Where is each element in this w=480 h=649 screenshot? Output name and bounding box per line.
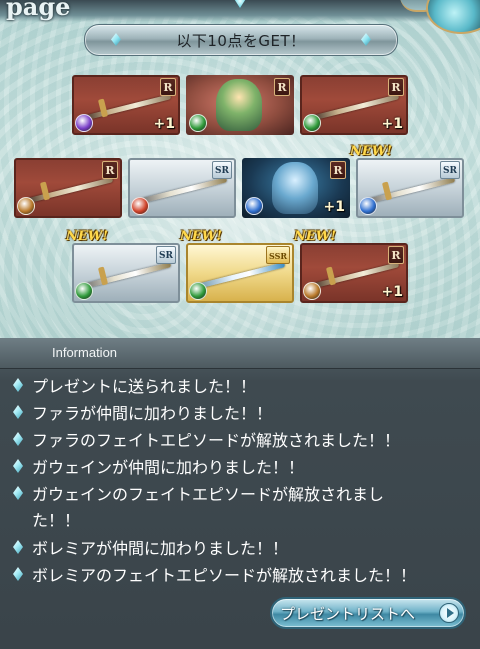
item-card-character[interactable]: R +1	[242, 158, 350, 218]
rarity-badge: SR	[212, 161, 232, 179]
rarity-badge: R	[330, 161, 346, 179]
message-text: ガウェインが仲間に加わりました！！	[32, 458, 305, 477]
message-text: プレゼントに送られました！！	[32, 377, 257, 396]
rarity-badge: R	[274, 78, 290, 96]
gem-bullet-icon	[13, 540, 23, 554]
message-text: ガウェインのフェイトエピソードが解放されまし	[32, 485, 385, 504]
list-item: プレゼントに送られました！！	[0, 372, 480, 398]
element-dark-icon	[75, 114, 93, 132]
list-item: ガウェインが仲間に加わりました！！	[0, 453, 480, 479]
new-tag: NEW!	[66, 229, 109, 244]
new-tag: NEW!	[294, 229, 337, 244]
information-header: Information	[0, 338, 480, 369]
item-card-weapon[interactable]: SR NEW!	[66, 229, 180, 303]
reward-area: page 以下10点をGET！ R +1 R R +1 R SR R +1 SR…	[0, 0, 480, 340]
information-title: Information	[52, 345, 118, 360]
gem-bullet-icon	[13, 405, 23, 419]
list-item: ファラが仲間に加わりました！！	[0, 399, 480, 425]
item-card-weapon[interactable]: SR NEW!	[350, 144, 464, 218]
item-card-weapon[interactable]: R +1	[300, 75, 408, 135]
plus-value: +1	[153, 116, 175, 132]
rarity-badge: R	[160, 78, 176, 96]
rarity-badge: R	[388, 246, 404, 264]
message-text: ボレミアが仲間に加わりました！！	[32, 539, 289, 558]
new-tag: NEW!	[350, 144, 393, 159]
message-continuation: た！！	[32, 511, 81, 530]
plus-value: +1	[381, 116, 403, 132]
element-wind-icon	[189, 114, 207, 132]
new-tag: NEW!	[180, 229, 223, 244]
element-water-icon	[245, 197, 263, 215]
item-card-weapon[interactable]: R +1	[72, 75, 180, 135]
page-label: page	[6, 0, 71, 21]
list-item: ボレミアが仲間に加わりました！！	[0, 534, 480, 560]
corner-orb-icon	[426, 0, 480, 34]
rarity-badge: SR	[156, 246, 176, 264]
item-card-weapon[interactable]: SR	[128, 158, 236, 218]
rarity-badge: SR	[440, 161, 460, 179]
sword-art	[82, 262, 172, 289]
rarity-badge: R	[102, 161, 118, 179]
message-text: ファラのフェイトエピソードが解放されました！！	[32, 431, 401, 450]
element-fire-icon	[131, 197, 149, 215]
item-card-weapon[interactable]: R	[14, 158, 122, 218]
rarity-badge: SSR	[265, 246, 290, 264]
list-item: ボレミアのフェイトエピソードが解放されました！！	[0, 561, 480, 587]
element-wind-icon	[75, 282, 93, 300]
item-card-weapon[interactable]: SSR NEW!	[180, 229, 294, 303]
present-list-button[interactable]: プレゼントリストへ	[270, 597, 466, 629]
message-text: ボレミアのフェイトエピソードが解放されました！！	[32, 566, 417, 585]
element-wind-icon	[303, 114, 321, 132]
plus-value: +1	[381, 284, 403, 300]
sword-art	[366, 177, 456, 204]
gem-bullet-icon	[13, 432, 23, 446]
gem-bullet-icon	[13, 378, 23, 392]
rarity-badge: R	[388, 78, 404, 96]
gem-bullet-icon	[13, 567, 23, 581]
element-wind-icon	[189, 282, 207, 300]
plus-value: +1	[323, 199, 345, 215]
item-card-character[interactable]: R	[186, 75, 294, 135]
list-item: ガウェインのフェイトエピソードが解放されまし	[0, 480, 480, 506]
spear-art	[196, 262, 286, 289]
get-banner: 以下10点をGET！	[84, 24, 398, 56]
list-item: ファラのフェイトエピソードが解放されました！！	[0, 426, 480, 452]
character-portrait	[216, 79, 262, 131]
sword-art	[24, 177, 114, 204]
item-card-weapon[interactable]: R +1 NEW!	[294, 229, 408, 303]
message-text: ファラが仲間に加わりました！！	[32, 404, 273, 423]
gem-bullet-icon	[13, 486, 23, 500]
character-portrait	[272, 162, 318, 214]
element-water-icon	[359, 197, 377, 215]
element-earth-icon	[17, 197, 35, 215]
quest-result-screen: page 以下10点をGET！ R +1 R R +1 R SR R +1 SR…	[0, 0, 480, 649]
get-banner-text: 以下10点をGET！	[176, 32, 306, 50]
element-earth-icon	[303, 282, 321, 300]
gem-bullet-icon	[13, 459, 23, 473]
arrow-right-circle-icon	[439, 603, 459, 623]
present-list-button-label: プレゼントリストへ	[280, 605, 416, 623]
bow-art	[138, 177, 228, 204]
